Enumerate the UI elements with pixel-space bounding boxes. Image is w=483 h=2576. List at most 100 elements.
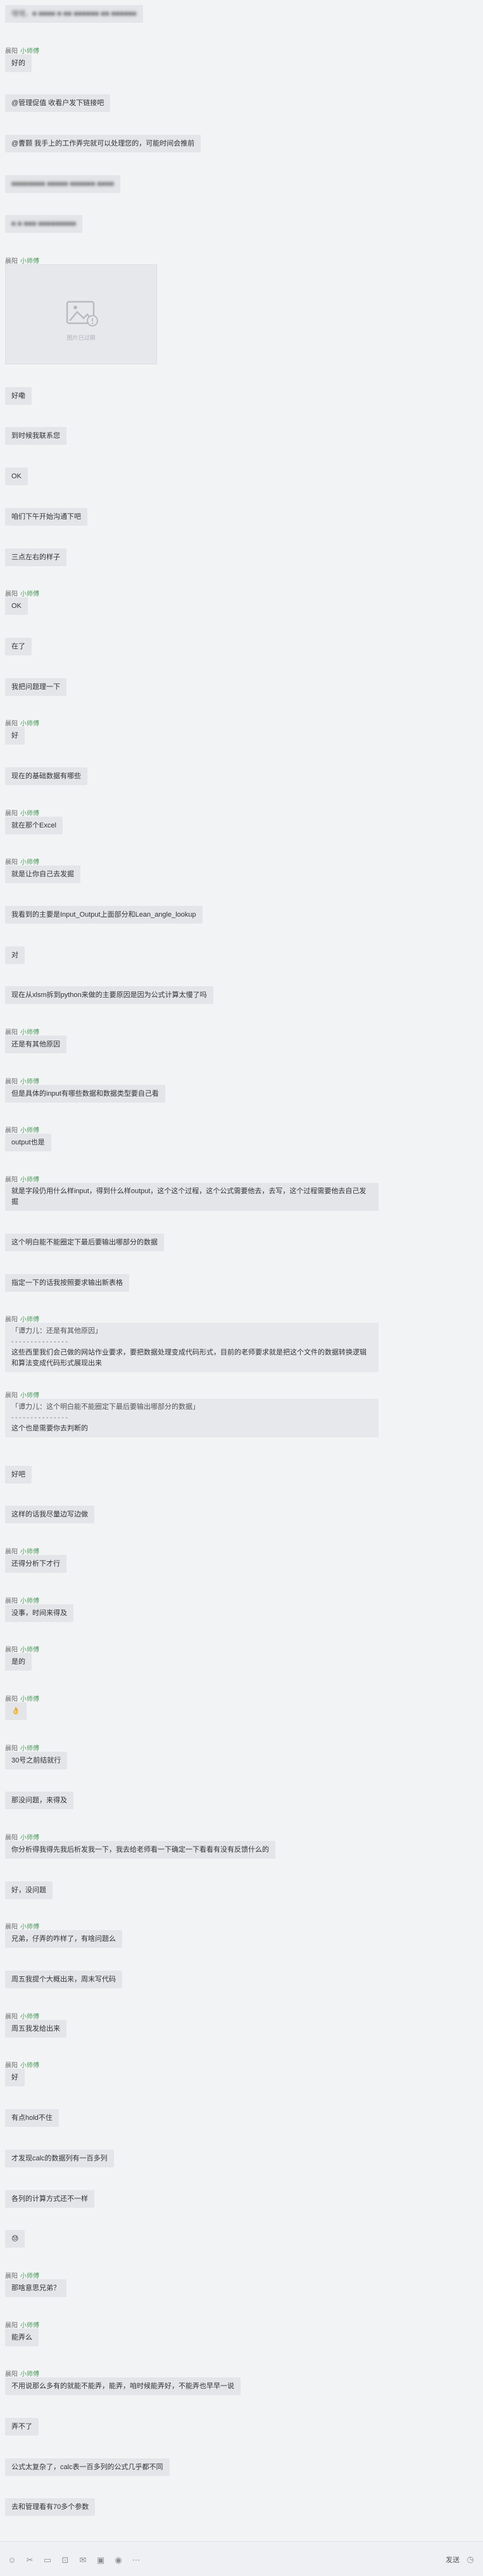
sender-label: 晨阳 小师傅	[5, 1595, 39, 1605]
message-text: OK	[11, 473, 22, 481]
message-bubble[interactable]: OK	[5, 597, 28, 616]
message-bubble[interactable]: 没事，时间来得及	[5, 1604, 73, 1622]
message-bubble[interactable]: 那啥意思兄弟？	[5, 2279, 66, 2297]
quote-message-bubble[interactable]: 「谭力儿：这个明白能不能圈定下最后要输出哪部分的数据」 - - - - - - -…	[5, 1398, 379, 1437]
message-bubble[interactable]: 兄弟，仔弄的咋样了，有啥问题么	[5, 1930, 122, 1948]
message-bubble[interactable]: 不用说那么多有的就能不能弄，能弄，咱时候能弄好，不能弄也早早一说	[5, 2377, 241, 2396]
message-bubble[interactable]: 我看到的主要是Input_Output上面部分和Lean_angle_looku…	[5, 906, 203, 924]
message-text: 就是字段仍用什么样input，得到什么样output，这个这个过程，这个公式需要…	[11, 1187, 367, 1206]
message-bubble[interactable]: 嘿嘿，■ ■■■■ ■ ■■ ■■■■■■ ■■ ■■■■■■	[5, 5, 143, 23]
mic-icon[interactable]: ◉	[114, 2556, 123, 2565]
emoji-icon[interactable]: ☺	[8, 2556, 16, 2565]
message-text: 周五我发给出来	[11, 2024, 60, 2033]
sender-label: 晨阳 小师傅	[5, 2320, 39, 2329]
message-bubble[interactable]: output也是	[5, 1134, 51, 1152]
quoted-text: 「谭力儿：这个明白能不能圈定下最后要输出哪部分的数据」	[11, 1403, 199, 1411]
message-bubble[interactable]: 弄不了	[5, 2417, 39, 2436]
message-bubble[interactable]: 现在从xlsm拆到python来做的主要原因是因为公式计算太慢了吗	[5, 986, 213, 1005]
message-bubble[interactable]: 公式太复杂了，calc表一百多列的公式几乎都不同	[5, 2458, 170, 2476]
message-text: 那没问题，来得及	[11, 1797, 67, 1805]
message-text: 能弄么	[11, 2333, 32, 2341]
message-text: 你分析得我得先我后析发我一下，我去给老师看一下确定一下看看有没有反馈什么的	[11, 1846, 269, 1854]
quoted-text: 「谭力儿：还是有其他原因」	[11, 1327, 102, 1335]
message-bubble[interactable]: OK	[5, 468, 28, 486]
message-text: 没事，时间来得及	[11, 1609, 67, 1617]
message-text: 兄弟，仔弄的咋样了，有啥问题么	[11, 1935, 116, 1943]
sender-label: 晨阳 小师傅	[5, 718, 39, 728]
message-bubble[interactable]: 还得分析下才行	[5, 1554, 66, 1573]
message-text: @曹颢 我手上的工作弄完就可以处理您的，可能时间会推前	[11, 140, 195, 148]
folder-icon[interactable]: ▭	[43, 2556, 52, 2565]
message-bubble[interactable]: 那没问题，来得及	[5, 1792, 73, 1810]
message-bubble[interactable]: 好的	[5, 54, 32, 72]
message-text: 好，没问题	[11, 1886, 46, 1894]
message-bubble[interactable]: 我把问题理一下	[5, 678, 66, 696]
message-bubble[interactable]: 周五我发给出来	[5, 2019, 66, 2038]
sender-name: 晨阳	[5, 810, 18, 817]
message-bubble[interactable]: 就是字段仍用什么样input，得到什么样output，这个这个过程，这个公式需要…	[5, 1183, 379, 1211]
sender-tag: 小师傅	[20, 2322, 39, 2329]
emoji-message-bubble[interactable]: 😓	[5, 2230, 25, 2248]
emoji-message-bubble[interactable]: 👌	[5, 1702, 27, 1720]
message-bubble[interactable]: 对	[5, 946, 25, 964]
sender-tag: 小师傅	[20, 810, 39, 817]
sender-label: 晨阳 小师傅	[5, 2060, 39, 2069]
message-bubble[interactable]: 是的	[5, 1653, 32, 1671]
message-bubble[interactable]: 到时候我联系您	[5, 427, 66, 445]
message-bubble[interactable]: 但是具体的input有哪些数据和数据类型要自己看	[5, 1084, 165, 1103]
message-text: 去和管理看有70多个参数	[11, 2503, 89, 2511]
message-text: 就在那个Excel	[11, 821, 56, 829]
message-bubble[interactable]: 指定一下的话我按照要求输出新表格	[5, 1273, 129, 1292]
message-bubble[interactable]: 咱们下午开始沟通下吧	[5, 507, 87, 526]
sender-label: 晨阳 小师傅	[5, 857, 39, 866]
message-bubble[interactable]: 这个明白能不能圈定下最后要输出哪部分的数据	[5, 1233, 164, 1251]
message-bubble[interactable]: 还是有其他原因	[5, 1036, 66, 1054]
message-bubble[interactable]: 30号之前结就行	[5, 1751, 68, 1769]
send-button[interactable]: 发送	[446, 2554, 460, 2565]
message-text: ■■■■■■■■ ■■■■■ ■■■■■■ ■■■■	[11, 180, 114, 188]
message-bubble[interactable]: 好嘞	[5, 387, 32, 405]
sender-label: 晨阳 小师傅	[5, 1027, 39, 1036]
message-text: 有点hold不住	[11, 2114, 53, 2122]
message-bubble[interactable]: 周五我提个大概出来，周末写代码	[5, 1971, 122, 1989]
message-bubble[interactable]: 你分析得我得先我后析发我一下，我去给老师看一下确定一下看看有没有反馈什么的	[5, 1841, 275, 1859]
more-icon[interactable]: ⋯	[132, 2556, 141, 2565]
message-bubble[interactable]: 能弄么	[5, 2328, 39, 2346]
message-text: 对	[11, 951, 18, 959]
message-bubble[interactable]: 现在的基础数据有哪些	[5, 767, 87, 785]
message-bubble[interactable]: 有点hold不住	[5, 2109, 59, 2127]
message-bubble[interactable]: 就在那个Excel	[5, 816, 63, 834]
image-message[interactable]: 图片已过期	[5, 264, 157, 365]
message-bubble[interactable]: 在了	[5, 637, 32, 655]
quote-message-bubble[interactable]: 「谭力儿：还是有其他原因」 - - - - - - - - - - - - - -…	[5, 1323, 379, 1373]
message-bubble[interactable]: 这样的话我尽量边写边做	[5, 1506, 94, 1524]
image-icon[interactable]: ▣	[96, 2556, 105, 2565]
screenshot-icon[interactable]: ⊡	[61, 2556, 70, 2565]
message-bubble[interactable]: 各列的计算方式还不一样	[5, 2189, 94, 2208]
message-bubble[interactable]: ■ ■ ■■■ ■■■■■■■■■	[5, 215, 83, 233]
message-bubble[interactable]: 好	[5, 2069, 25, 2087]
message-bubble[interactable]: 就是让你自己去发掘	[5, 865, 80, 884]
message-bubble[interactable]: @管理促值 收看户发下链接吧	[5, 94, 111, 113]
message-text: 是的	[11, 1658, 25, 1666]
message-text: 好的	[11, 59, 25, 67]
message-text: 我看到的主要是Input_Output上面部分和Lean_angle_looku…	[11, 911, 196, 919]
history-icon[interactable]: ◷	[466, 2555, 475, 2564]
emoji-icon: 😓	[11, 2235, 19, 2243]
scissors-icon[interactable]: ✂	[25, 2556, 34, 2565]
message-text: 现在从xlsm拆到python来做的主要原因是因为公式计算太慢了吗	[11, 991, 207, 1000]
gift-icon[interactable]: ✉	[78, 2556, 87, 2565]
message-text: 这些西里我们会己做的网站作业要求，要把数据处理变成代码形式，目前的老师要求就是把…	[11, 1349, 367, 1368]
message-bubble[interactable]: 去和管理看有70多个参数	[5, 2498, 96, 2517]
message-bubble[interactable]: 三点左右的样子	[5, 548, 66, 566]
message-bubble[interactable]: 好，没问题	[5, 1881, 53, 1899]
message-text: 周五我提个大概出来，周末写代码	[11, 1976, 116, 1984]
message-bubble[interactable]: 好吧	[5, 1465, 32, 1483]
message-text: output也是	[11, 1139, 45, 1147]
message-text: 还是有其他原因	[11, 1041, 60, 1049]
message-bubble[interactable]: ■■■■■■■■ ■■■■■ ■■■■■■ ■■■■	[5, 175, 120, 193]
message-bubble[interactable]: 好	[5, 727, 25, 745]
message-bubble[interactable]: @曹颢 我手上的工作弄完就可以处理您的，可能时间会推前	[5, 135, 201, 153]
message-text: 就是让你自己去发掘	[11, 870, 74, 879]
message-bubble[interactable]: 才发现calc的数据列有一百多列	[5, 2149, 114, 2167]
